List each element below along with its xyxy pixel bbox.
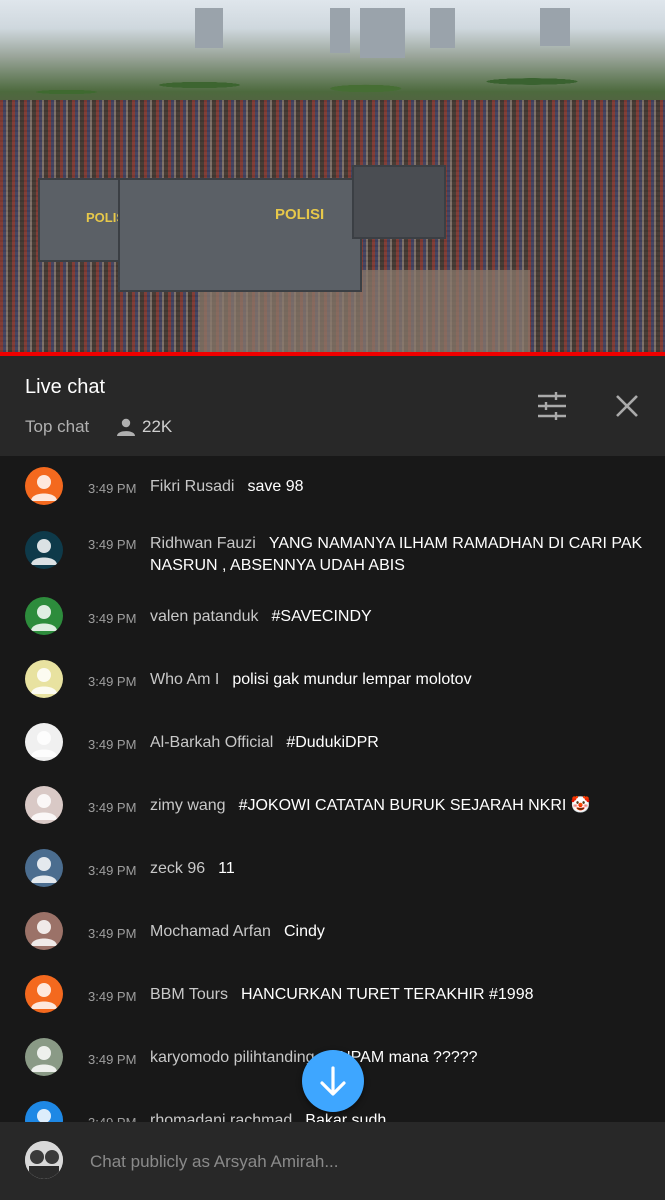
chat-message[interactable]: 3:49 PM Fikri Rusadi save 98 bbox=[0, 456, 665, 519]
scroll-down-button[interactable] bbox=[302, 1050, 364, 1112]
my-avatar bbox=[25, 1141, 63, 1179]
message-text: save 98 bbox=[247, 478, 304, 495]
message-author[interactable]: Who Am I bbox=[150, 671, 219, 688]
skyline-building bbox=[330, 8, 350, 53]
police-truck: POLISI bbox=[118, 178, 362, 292]
message-author[interactable]: valen patanduk bbox=[150, 608, 259, 625]
chat-message-list[interactable]: 3:49 PM Fikri Rusadi save 98 3:49 PM Ridhwan… bbox=[0, 456, 665, 1122]
message-author[interactable]: BBM Tours bbox=[150, 986, 228, 1003]
message-time: 3:49 PM bbox=[88, 1052, 137, 1067]
author-avatar[interactable] bbox=[25, 660, 63, 698]
message-author[interactable]: zimy wang bbox=[150, 797, 226, 814]
author-avatar[interactable] bbox=[25, 1038, 63, 1076]
video-player[interactable]: POLISI POLISI bbox=[0, 0, 665, 352]
chat-header: Live chat Top chat 22K bbox=[0, 356, 665, 456]
message-author[interactable]: Ridhwan Fauzi bbox=[150, 535, 256, 552]
chat-message[interactable]: 3:49 PM BBM Tours HANCURKAN TURET TERAKHIR… bbox=[0, 964, 665, 1027]
truck-label: POLISI bbox=[275, 206, 325, 223]
chat-message[interactable]: 3:49 PM zimy wang #JOKOWI CATATAN BURUK SE… bbox=[0, 775, 665, 838]
message-text: #SAVECINDY bbox=[271, 608, 372, 625]
barricade bbox=[352, 165, 446, 239]
chat-message[interactable]: 3:49 PM Al-Barkah Official #DudukiDPR bbox=[0, 712, 665, 775]
message-author[interactable]: karyomodo pilihtanding bbox=[150, 1049, 315, 1066]
message-author[interactable]: zeck 96 bbox=[150, 860, 205, 877]
chat-message[interactable]: 3:49 PM valen patanduk #SAVECINDY bbox=[0, 586, 665, 649]
author-avatar[interactable] bbox=[25, 849, 63, 887]
message-time: 3:49 PM bbox=[88, 674, 137, 689]
message-time: 3:49 PM bbox=[88, 611, 137, 626]
message-time: 3:49 PM bbox=[88, 1115, 136, 1122]
message-text: #JOKOWI CATATAN BURUK SEJARAH NKRI 🤡 bbox=[238, 797, 591, 814]
message-text: HANCURKAN TURET TERAKHIR #1998 bbox=[240, 986, 534, 1003]
person-icon bbox=[117, 418, 135, 436]
message-text: 11 bbox=[218, 860, 235, 877]
message-time: 3:49 PM bbox=[88, 481, 137, 496]
skyline-building bbox=[430, 8, 455, 48]
author-avatar[interactable] bbox=[25, 597, 63, 635]
message-text: #DudukiDPR bbox=[286, 734, 379, 751]
message-text: Cindy bbox=[283, 923, 325, 940]
author-avatar[interactable] bbox=[25, 531, 63, 569]
chat-title: Live chat bbox=[25, 376, 106, 398]
message-author[interactable]: Fikri Rusadi bbox=[150, 478, 234, 495]
author-avatar[interactable] bbox=[25, 786, 63, 824]
chat-message[interactable]: 3:49 PM Mochamad Arfan Cindy bbox=[0, 901, 665, 964]
message-author[interactable]: Mochamad Arfan bbox=[150, 923, 271, 940]
message-time: 3:49 PM bbox=[88, 926, 137, 941]
message-time: 3:49 PM bbox=[88, 800, 137, 815]
chat-input-bar bbox=[0, 1122, 665, 1200]
chat-message[interactable]: 3:49 PM Ridhwan Fauzi YANG NAMANYA ILHAM R… bbox=[0, 518, 665, 581]
message-time: 3:49 PM bbox=[88, 989, 137, 1004]
chat-input[interactable] bbox=[88, 1148, 632, 1176]
message-text: Bakar sudh bbox=[305, 1112, 387, 1122]
author-avatar[interactable] bbox=[25, 1101, 63, 1122]
top-chat-selector[interactable]: Top chat bbox=[25, 417, 89, 437]
message-time: 3:49 PM bbox=[88, 737, 137, 752]
author-avatar[interactable] bbox=[25, 912, 63, 950]
author-avatar[interactable] bbox=[25, 975, 63, 1013]
skyline-building bbox=[540, 8, 570, 46]
message-author[interactable]: rhomadani rachmad bbox=[150, 1112, 292, 1122]
close-icon[interactable] bbox=[615, 394, 639, 418]
message-author[interactable]: Al-Barkah Official bbox=[150, 734, 273, 751]
author-avatar[interactable] bbox=[25, 723, 63, 761]
arrow-down-icon bbox=[320, 1066, 346, 1096]
message-time: 3:49 PM bbox=[88, 537, 137, 552]
viewer-count: 22K bbox=[142, 417, 173, 436]
author-avatar[interactable] bbox=[25, 467, 63, 505]
skyline-building bbox=[195, 8, 223, 48]
chat-message[interactable]: 3:49 PM zeck 96 11 bbox=[0, 838, 665, 901]
chat-message[interactable]: 3:49 PM Who Am I polisi gak mundur lempar … bbox=[0, 649, 665, 712]
tune-icon[interactable] bbox=[537, 392, 567, 420]
message-time: 3:49 PM bbox=[88, 863, 137, 878]
message-text: polisi gak mundur lempar molotov bbox=[232, 671, 472, 688]
